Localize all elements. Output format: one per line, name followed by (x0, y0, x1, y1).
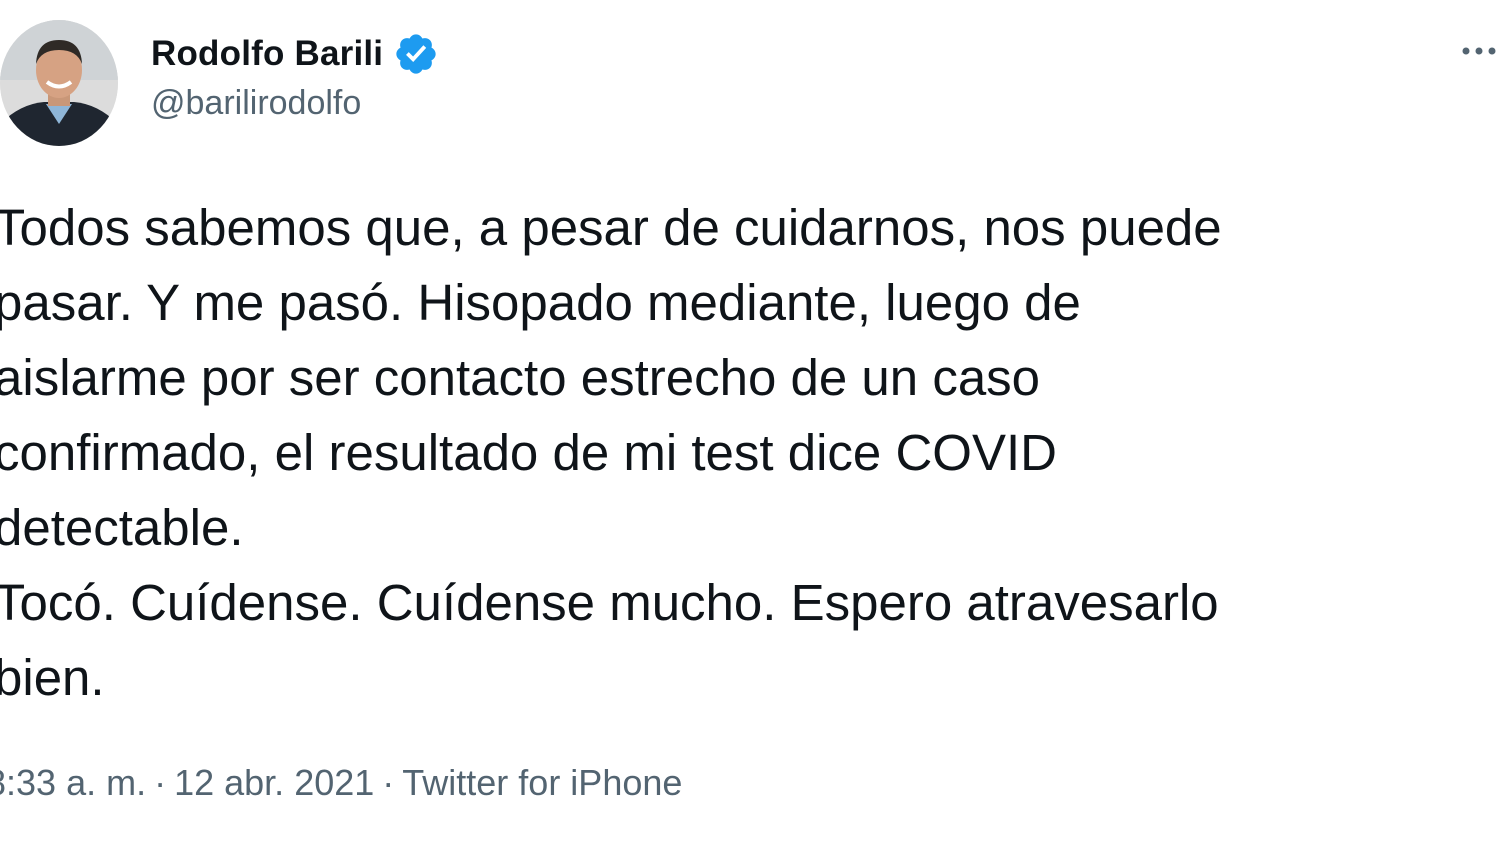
tweet-text-line: bien. (0, 649, 105, 706)
tweet-time[interactable]: 8:33 a. m. (0, 762, 146, 803)
tweet-text: Todos sabemos que, a pesar de cuidarnos,… (0, 190, 1494, 715)
author-name-row: Rodolfo Barili (151, 28, 439, 80)
tweet-text-line: Todos sabemos que, a pesar de cuidarnos,… (0, 199, 1222, 256)
author-handle[interactable]: @barilirodolfo (151, 84, 361, 123)
tweet: Rodolfo Barili @barilirodolfo Todos sabe… (0, 0, 1500, 844)
more-options-icon[interactable] (1458, 36, 1500, 66)
tweet-text-line: Tocó. Cuídense. Cuídense mucho. Espero a… (0, 574, 1219, 631)
meta-separator: · (154, 762, 167, 803)
tweet-date[interactable]: 12 abr. 2021 (174, 762, 374, 803)
tweet-meta: 8:33 a. m. · 12 abr. 2021 · Twitter for iPho… (0, 762, 682, 804)
tweet-text-line: detectable. (0, 499, 244, 556)
tweet-source[interactable]: Twitter for iPhone (402, 762, 682, 803)
verified-badge-icon (396, 34, 436, 74)
avatar-image (0, 20, 118, 146)
tweet-text-line: aislarme por ser contacto estrecho de un… (0, 349, 1041, 406)
avatar[interactable] (0, 20, 118, 146)
meta-separator: · (382, 762, 395, 803)
tweet-text-line: pasar. Y me pasó. Hisopado mediante, lue… (0, 274, 1081, 331)
display-name[interactable]: Rodolfo Barili (151, 34, 383, 74)
tweet-text-line: confirmado, el resultado de mi test dice… (0, 424, 1057, 481)
